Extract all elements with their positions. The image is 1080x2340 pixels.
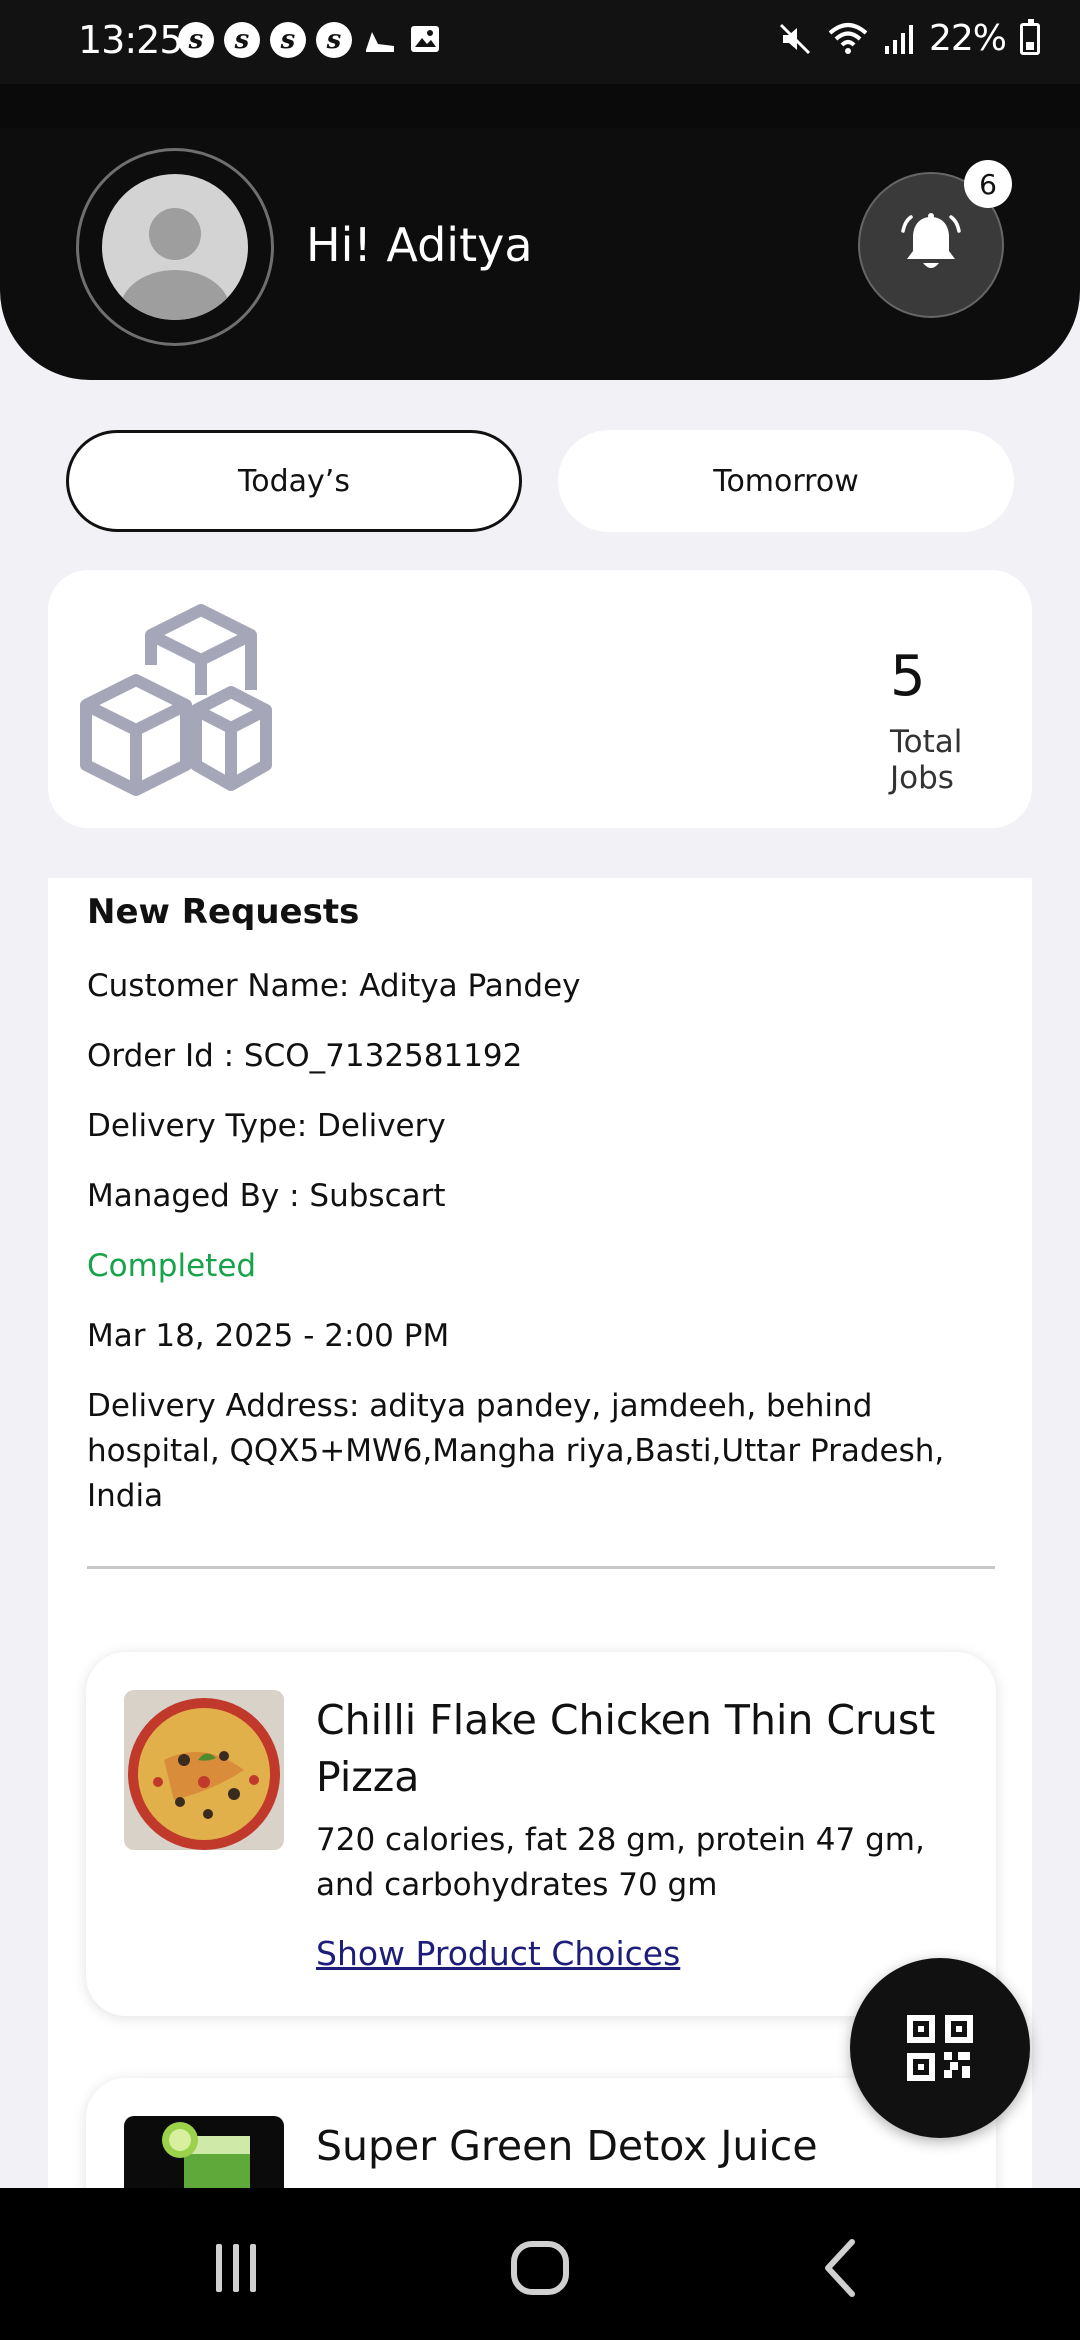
product-title: Super Green Detox Juice — [316, 2122, 818, 2170]
tab-tomorrow[interactable]: Tomorrow — [558, 430, 1014, 532]
signal-icon — [884, 24, 913, 54]
app-shoe-icon — [366, 32, 394, 52]
total-jobs-label: Total Jobs — [890, 724, 963, 796]
greeting-text: Hi! Aditya — [306, 218, 533, 272]
section-title: New Requests — [87, 892, 360, 932]
back-button[interactable] — [802, 2228, 882, 2308]
product-title: Chilli Flake Chicken Thin Crust Pizza — [316, 1696, 936, 1801]
tab-today[interactable]: Today’s — [66, 430, 522, 532]
product-description: 720 calories, fat 28 gm, protein 47 gm, … — [316, 1822, 925, 1903]
back-icon — [825, 2239, 855, 2297]
delivery-address: Delivery Address: aditya pandey, jamdeeh… — [87, 1388, 945, 1514]
total-jobs-count: 5 — [890, 644, 926, 709]
app-s-icon: s — [224, 22, 260, 58]
status-app-icons: s s s s — [178, 22, 442, 58]
order-id: Order Id : SCO_7132581192 — [87, 1038, 523, 1074]
home-icon — [511, 2241, 569, 2295]
app-s-icon: s — [316, 22, 352, 58]
delivery-type: Delivery Type: Delivery — [87, 1108, 446, 1144]
total-jobs-card: 5 Total Jobs — [48, 570, 1032, 828]
recents-button[interactable] — [196, 2228, 276, 2308]
system-nav-bar — [0, 2188, 1080, 2340]
qr-scan-button[interactable] — [850, 1958, 1030, 2138]
order-datetime: Mar 18, 2025 - 2:00 PM — [87, 1318, 450, 1354]
product-image-juice — [124, 2116, 284, 2188]
product-card[interactable]: Super Green Detox Juice — [86, 2078, 996, 2188]
mute-icon — [779, 23, 811, 54]
avatar-placeholder-icon — [102, 174, 248, 320]
product-image-pizza — [124, 1690, 284, 1850]
gallery-icon — [411, 26, 439, 52]
battery-icon — [1020, 18, 1040, 55]
bell-icon — [901, 213, 961, 268]
status-time: 13:25 — [78, 18, 184, 62]
status-right: 22% — [777, 18, 1040, 59]
product-card[interactable]: Chilli Flake Chicken Thin Crust Pizza 72… — [86, 1652, 996, 2016]
home-button[interactable] — [500, 2228, 580, 2308]
app-s-icon: s — [270, 22, 306, 58]
managed-by: Managed By : Subscart — [87, 1178, 446, 1214]
app-s-icon: s — [178, 22, 214, 58]
notification-count-badge: 6 — [964, 160, 1012, 208]
battery-percent: 22% — [928, 18, 1007, 59]
app-header: Hi! Aditya 6 — [0, 128, 1080, 380]
divider — [87, 1566, 995, 1569]
status-bar: 13:25 s s s s 22% — [0, 0, 1080, 84]
qr-scan-icon — [907, 2015, 973, 2081]
status-badge: Completed — [87, 1248, 257, 1284]
show-product-choices-link[interactable]: Show Product Choices — [316, 1934, 680, 1973]
boxes-icon — [80, 604, 272, 796]
wifi-icon — [828, 22, 868, 54]
customer-name: Customer Name: Aditya Pandey — [87, 968, 581, 1004]
top-strip — [0, 84, 1080, 128]
recents-icon — [216, 2244, 256, 2292]
avatar[interactable] — [76, 148, 274, 346]
